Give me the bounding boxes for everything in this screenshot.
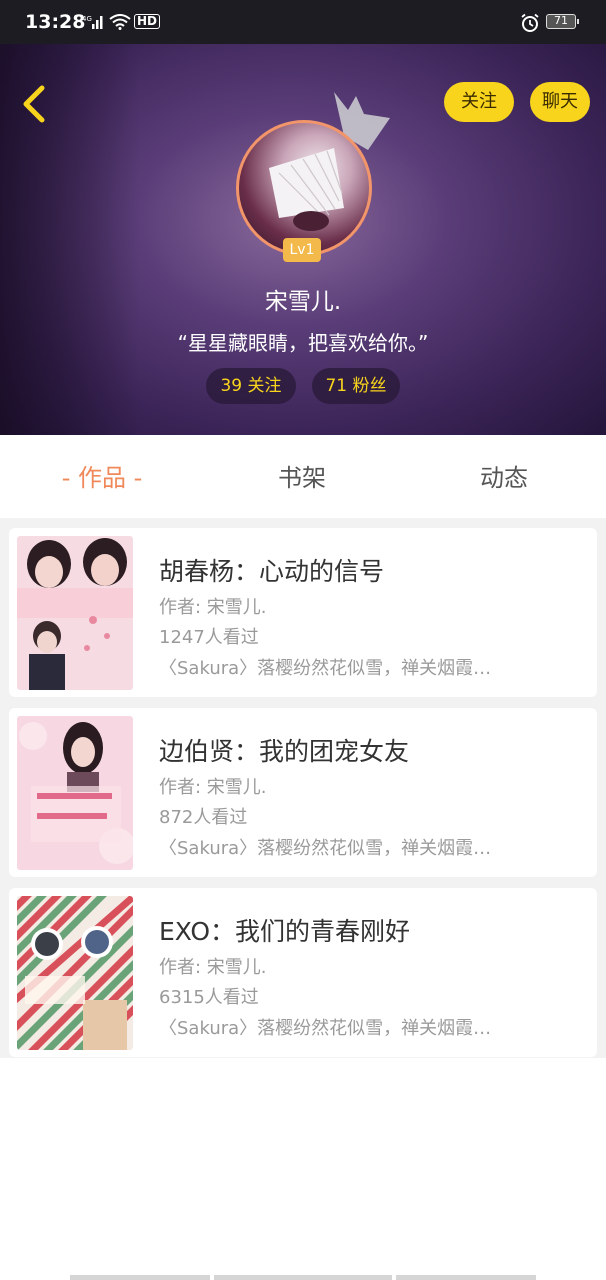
nav-indicator	[396, 1275, 536, 1280]
nav-indicator	[70, 1275, 210, 1280]
work-author: 作者: 宋雪儿.	[159, 597, 267, 618]
fan-image	[269, 148, 344, 231]
level-badge: Lv1	[283, 238, 321, 262]
work-description: 〈Sakura〉落樱纷然花似雪，禅关烟霞…	[159, 838, 492, 859]
nav-indicator	[214, 1275, 392, 1280]
book-cover	[17, 896, 133, 1050]
work-description: 〈Sakura〉落樱纷然花似雪，禅关烟霞…	[159, 1018, 492, 1039]
back-button[interactable]	[18, 84, 48, 124]
username: 宋雪儿.	[264, 289, 342, 315]
signal-icon: 4G	[82, 14, 104, 34]
list-item[interactable]: 边伯贤：我的团宠女友 作者: 宋雪儿. 872人看过 〈Sakura〉落樱纷然花…	[9, 708, 597, 877]
back-arrow-icon	[23, 85, 45, 123]
alarm-icon	[520, 13, 540, 37]
work-author: 作者: 宋雪儿.	[159, 957, 267, 978]
battery-icon: 71	[546, 14, 579, 29]
fans-count[interactable]: 71 粉丝	[312, 368, 400, 404]
book-cover	[17, 716, 133, 870]
book-cover	[17, 536, 133, 690]
following-count[interactable]: 39 关注	[206, 368, 296, 404]
status-time: 13:28	[25, 11, 86, 33]
list-item[interactable]: EXO：我们的青春刚好 作者: 宋雪儿. 6315人看过 〈Sakura〉落樱纷…	[9, 888, 597, 1057]
user-bio: “星星藏眼睛，把喜欢给你。”	[177, 331, 429, 355]
svg-text:4G: 4G	[82, 15, 92, 23]
status-bar: 13:28 4G HD 71	[0, 0, 606, 44]
chat-button[interactable]: 聊天	[530, 82, 590, 122]
work-views: 6315人看过	[159, 987, 259, 1008]
list-item[interactable]: 胡春杨：心动的信号 作者: 宋雪儿. 1247人看过 〈Sakura〉落樱纷然花…	[9, 528, 597, 697]
avatar[interactable]	[236, 120, 372, 256]
work-title: EXO：我们的青春刚好	[159, 917, 411, 946]
work-title: 胡春杨：心动的信号	[159, 557, 385, 586]
wifi-icon	[108, 14, 132, 34]
work-author: 作者: 宋雪儿.	[159, 777, 267, 798]
follow-button[interactable]: 关注	[444, 82, 514, 122]
tab-bookshelf[interactable]: 书架	[240, 435, 364, 518]
works-list: 胡春杨：心动的信号 作者: 宋雪儿. 1247人看过 〈Sakura〉落樱纷然花…	[0, 518, 606, 1058]
work-views: 1247人看过	[159, 627, 259, 648]
tab-works[interactable]: - 作品 -	[40, 435, 164, 518]
profile-header: 关注 聊天 Lv1 宋雪儿. “星星藏眼睛，把喜欢给你。” 39 关注 71 粉…	[0, 44, 606, 435]
work-description: 〈Sakura〉落樱纷然花似雪，禅关烟霞…	[159, 658, 492, 679]
profile-tabs: - 作品 - 书架 动态	[0, 435, 606, 518]
tab-activity[interactable]: 动态	[442, 435, 566, 518]
hd-icon: HD	[134, 14, 161, 29]
work-title: 边伯贤：我的团宠女友	[159, 737, 410, 766]
work-views: 872人看过	[159, 807, 248, 828]
